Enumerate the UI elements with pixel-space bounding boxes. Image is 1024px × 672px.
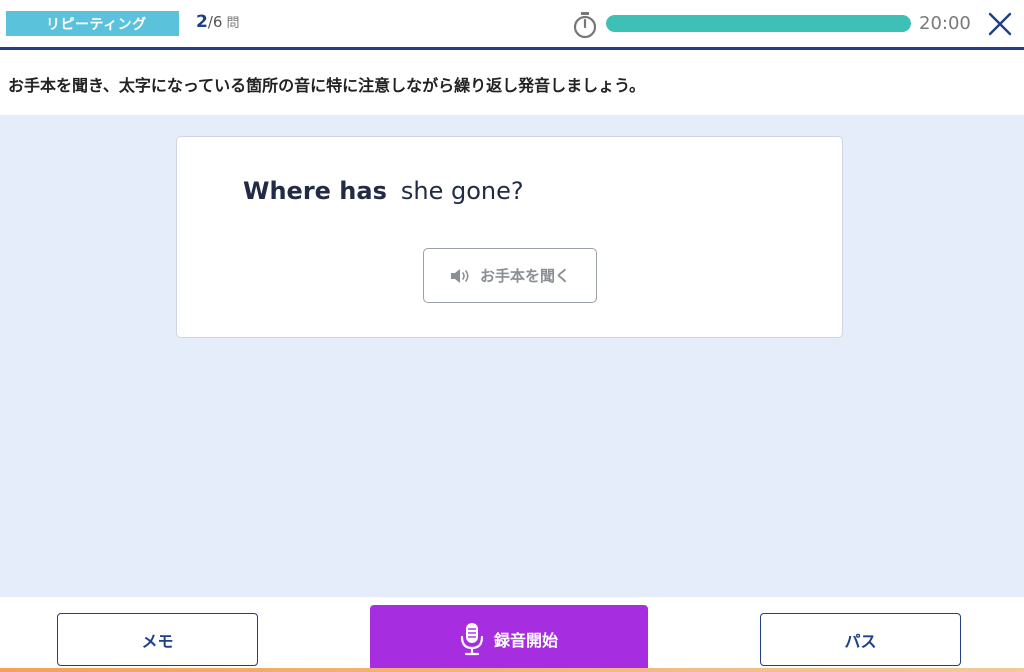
sentence-rest-part: she gone? [400,177,524,205]
stopwatch-icon [573,12,597,39]
microphone-icon [460,622,484,655]
timer-progress-bar [606,15,911,32]
question-progress: 2 / 6 問 [196,12,239,36]
record-button-label: 録音開始 [493,630,558,650]
sentence-card: Where has she gone? お手本を聞く [176,136,843,338]
pass-button-label: パス [844,631,877,651]
sentence-bold-part: Where has [243,177,387,205]
category-label: リピーティング [46,16,147,33]
category-badge: リピーティング [6,11,179,36]
memo-button-label: メモ [141,631,174,651]
memo-button[interactable]: メモ [57,613,258,666]
main-area: Where has she gone? お手本を聞く [0,115,1024,597]
record-start-button[interactable]: 録音開始 [370,605,648,672]
instruction-text: お手本を聞き、太字になっている箇所の音に特に注意しながら繰り返し発音しましょう。 [0,53,1024,115]
close-icon[interactable] [986,10,1014,38]
listen-button-label: お手本を聞く [479,267,570,285]
timer-readout: 20:00 [919,13,971,34]
footer-bar: メモ 録音開始 パス [0,597,1024,672]
question-unit: 問 [226,16,240,31]
pass-button[interactable]: パス [760,613,961,666]
speaker-icon [450,268,469,283]
timer-progress-fill [606,15,911,32]
total-questions: 6 [212,13,223,31]
current-question: 2 [196,12,208,32]
header-bar: リピーティング 2 / 6 問 20:00 [0,0,1024,50]
target-sentence: Where has she gone? [243,177,524,205]
bottom-accent-strip [0,668,1024,672]
listen-model-button[interactable]: お手本を聞く [423,248,597,303]
